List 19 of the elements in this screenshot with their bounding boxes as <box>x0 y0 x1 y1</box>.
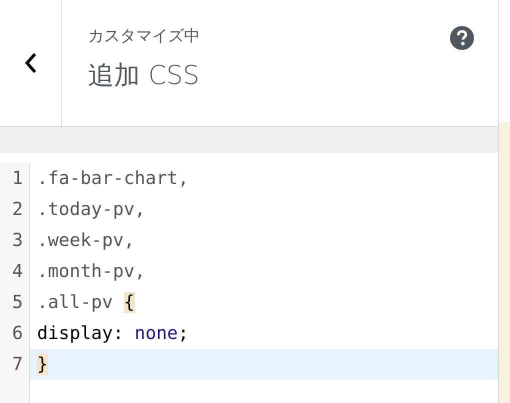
line-number: 5 <box>0 287 30 318</box>
code-line: display: none; <box>36 322 190 346</box>
line-number: 6 <box>0 318 30 349</box>
header-subtitle: カスタマイズ中 <box>88 25 200 47</box>
line-number: 7 <box>0 349 30 380</box>
line-number: 1 <box>0 163 30 194</box>
line-number: 3 <box>0 225 30 256</box>
code-line: .month-pv, <box>36 260 146 284</box>
help-icon[interactable] <box>450 26 474 50</box>
code-line: .week-pv, <box>36 229 136 253</box>
line-number: 2 <box>0 194 30 225</box>
code-line: .all-pv { <box>36 291 136 315</box>
line-number: 4 <box>0 256 30 287</box>
code-line: .fa-bar-chart, <box>36 167 190 191</box>
chevron-left-icon <box>22 51 38 75</box>
code-line: .today-pv, <box>36 198 146 222</box>
gutter-background <box>0 380 30 403</box>
code-editor[interactable]: 1 .fa-bar-chart, 2 .today-pv, 3 .week-pv, 4 .month-pv, 5 .all-pv { 6 display: none; 7 } <box>0 153 498 403</box>
panel-title: 追加 CSS <box>88 60 200 93</box>
